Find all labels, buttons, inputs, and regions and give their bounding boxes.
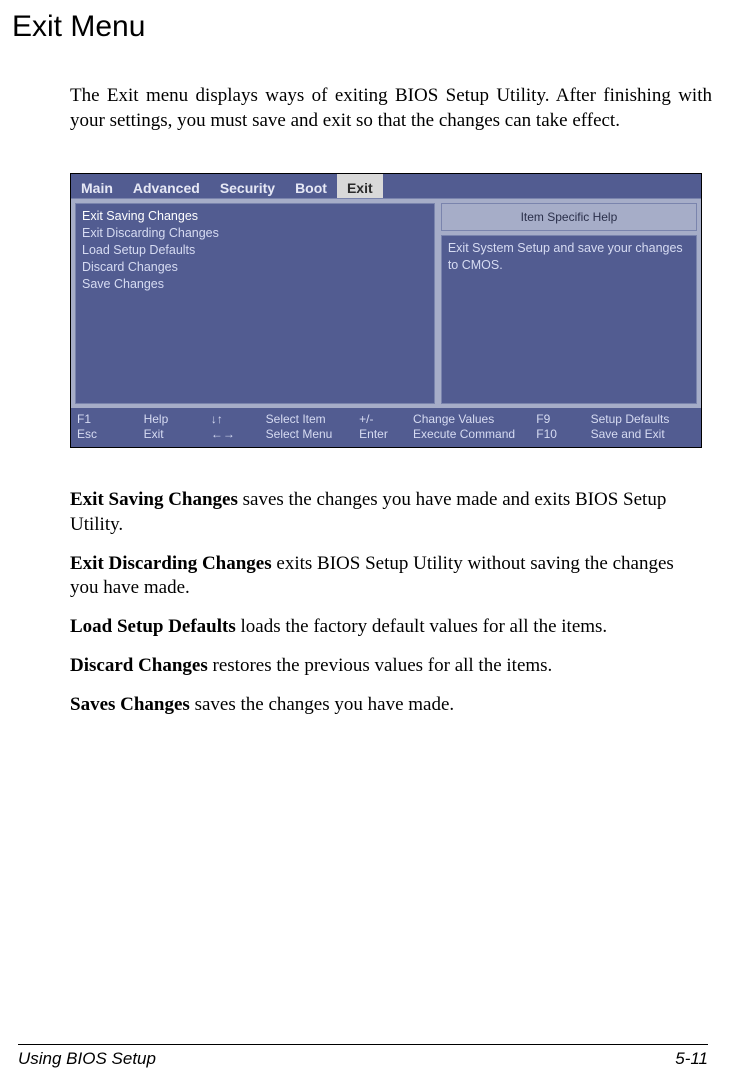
bios-screenshot: Main Advanced Security Boot Exit Exit Sa… [70,173,702,448]
bios-menu-item[interactable]: Exit Discarding Changes [82,225,428,242]
bios-footer-label: Change Values [413,412,532,426]
bios-footer-label: Execute Command [413,427,532,441]
bios-footer-key: +/- [359,412,405,426]
bios-menu-item[interactable]: Exit Saving Changes [82,208,428,225]
description-term: Load Setup Defaults [70,616,236,637]
bios-footer-label: Help [144,412,207,426]
bios-footer-key: ↓↑ [211,412,258,426]
bios-footer-label: Select Item [266,412,356,426]
bios-help-body: Exit System Setup and save your changes … [441,235,697,404]
description-term: Exit Discarding Changes [70,553,272,574]
descriptions: Exit Saving Changes saves the changes yo… [70,488,704,717]
bios-footer-key: F10 [536,427,582,441]
bios-footer: F1 Help Esc Exit ↓↑ Select Item ←→ Selec… [71,408,701,447]
page-footer: Using BIOS Setup 5-11 [18,1044,708,1069]
footer-page-number: 5-11 [675,1049,708,1069]
description-term: Exit Saving Changes [70,489,238,510]
bios-menu-item[interactable]: Discard Changes [82,259,428,276]
bios-footer-label: Setup Defaults [591,412,695,426]
bios-tab-exit[interactable]: Exit [337,174,383,198]
description-item: Exit Saving Changes saves the changes yo… [70,488,704,537]
description-item: Exit Discarding Changes exits BIOS Setup… [70,552,704,601]
description-text: loads the factory default values for all… [236,616,607,637]
description-text: saves the changes you have made. [190,694,454,715]
bios-tab-advanced[interactable]: Advanced [123,174,210,198]
description-term: Saves Changes [70,694,190,715]
bios-footer-label: Save and Exit [591,427,695,441]
bios-menu-item[interactable]: Save Changes [82,276,428,293]
description-text: restores the previous values for all the… [208,655,553,676]
bios-tab-boot[interactable]: Boot [285,174,337,198]
bios-tab-bar: Main Advanced Security Boot Exit [71,174,701,198]
description-item: Discard Changes restores the previous va… [70,654,704,679]
page-heading: Exit Menu [12,10,712,44]
bios-tab-security[interactable]: Security [210,174,285,198]
bios-footer-key: ←→ [211,427,258,441]
intro-paragraph: The Exit menu displays ways of exiting B… [70,84,712,133]
bios-footer-key: Enter [359,427,405,441]
description-item: Saves Changes saves the changes you have… [70,693,704,718]
bios-footer-key: Esc [77,427,136,441]
bios-tab-main[interactable]: Main [71,174,123,198]
bios-footer-label: Select Menu [266,427,356,441]
bios-footer-label: Exit [144,427,207,441]
bios-menu-panel: Exit Saving Changes Exit Discarding Chan… [75,203,435,404]
bios-help-title: Item Specific Help [441,203,697,231]
footer-left: Using BIOS Setup [18,1049,156,1069]
description-term: Discard Changes [70,655,208,676]
bios-menu-item[interactable]: Load Setup Defaults [82,242,428,259]
bios-footer-key: F1 [77,412,136,426]
description-item: Load Setup Defaults loads the factory de… [70,615,704,640]
bios-footer-key: F9 [536,412,582,426]
